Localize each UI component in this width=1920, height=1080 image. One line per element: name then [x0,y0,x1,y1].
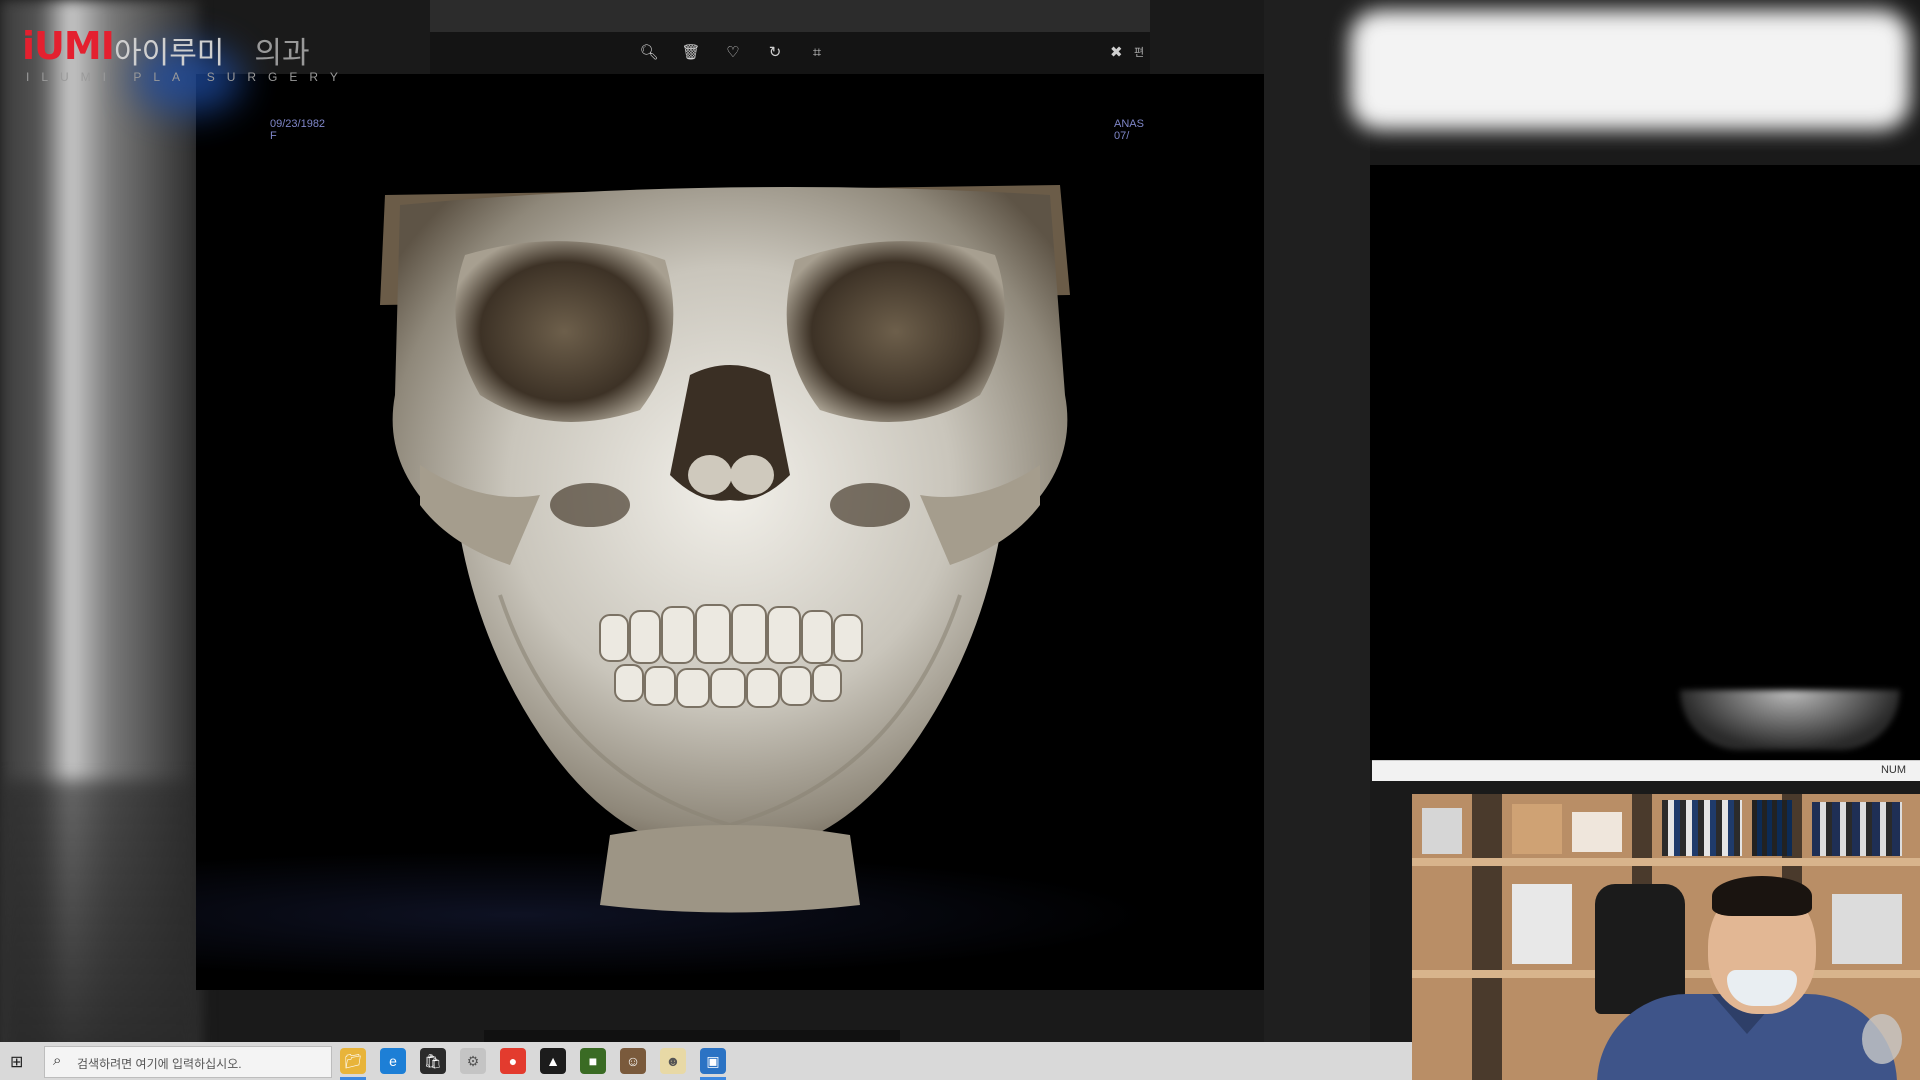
app-icon[interactable]: ⚙ [460,1048,486,1074]
heart-icon[interactable]: ♡ [722,42,744,64]
viewer-toolbar: 🔍︎ 🗑︎ ♡ ↻ ⌗ ✖ 편 [430,32,1150,75]
meta-right-line2: 07/ [1114,130,1130,142]
app-icon[interactable]: ▲ [540,1048,566,1074]
shelf-item [1422,808,1462,854]
webcam-overlay [1412,794,1920,1080]
file-explorer-icon[interactable]: 📁︎ [340,1048,366,1074]
desktop-gap [1264,0,1370,1080]
secondary-viewer-glow [1680,690,1900,750]
patient-dob: 09/23/1982 [270,118,326,130]
meta-right-line1: ANAS [1114,118,1144,130]
app-icon[interactable]: ☻ [660,1048,686,1074]
search-icon: ⌕ [53,1052,62,1069]
app-icon[interactable]: ■ [580,1048,606,1074]
trash-icon[interactable]: 🗑︎ [680,42,702,64]
shelf-papers [1512,884,1572,964]
blurred-window-top-right [1350,10,1910,130]
rotate-icon[interactable]: ↻ [764,42,786,64]
shelf-item [1832,894,1902,964]
close-icon[interactable]: ✖ [1110,42,1123,64]
close-label[interactable]: 편 [1134,44,1144,60]
patient-meta-right: ANAS 07/ [1114,118,1144,142]
taskbar-search-box[interactable]: ⌕ 검색하려면 여기에 입력하십시오. [44,1046,332,1078]
viewer-bottom-edge [484,1030,900,1042]
person-hair [1712,876,1812,916]
viewer-titlebar [430,0,1150,32]
left-blurred-window-lower [0,780,200,1080]
status-bar: NUM [1372,760,1920,781]
secondary-viewer-panel [1370,165,1920,760]
windows-taskbar: ⊞ ⌕ 검색하려면 여기에 입력하십시오. 📁︎ e 🛍︎ ⚙ ● ▲ ■ ☺ … [0,1042,1412,1080]
crop-icon[interactable]: ⌗ [806,42,828,64]
ct-skull-3d-render [380,185,1070,913]
windows-start-icon[interactable]: ⊞ [10,1052,23,1072]
zoom-icon[interactable]: 🔍︎ [638,42,660,64]
clinic-logo: iUMI 아이루미 의과 ILUMI PLA SURGERY [22,24,362,114]
shelf-books [1812,802,1902,856]
logo-subtitle: ILUMI PLA SURGERY [26,70,350,84]
desk-lamp [1862,1014,1902,1064]
num-lock-indicator: NUM [1880,764,1906,776]
search-placeholder: 검색하려면 여기에 입력하십시오. [77,1057,242,1071]
app-icon[interactable]: ▣ [700,1048,726,1074]
patient-sex: F [270,130,277,142]
app-icon[interactable]: ☺ [620,1048,646,1074]
shelf-board [1412,858,1920,866]
patient-meta-left: 09/23/1982 F [270,118,325,142]
logo-mark: iUMI [22,24,115,68]
shelf-books [1752,800,1792,856]
shelf-item [1572,812,1622,852]
logo-name-suffix: 의과 [254,36,310,71]
edge-icon[interactable]: e [380,1048,406,1074]
logo-name-prefix: 아이루미 [114,36,225,71]
logo-name: 아이루미 의과 [114,28,310,72]
store-icon[interactable]: 🛍︎ [420,1048,446,1074]
shelf-item [1512,804,1562,854]
shelf-books [1662,800,1742,856]
chrome-icon[interactable]: ● [500,1048,526,1074]
